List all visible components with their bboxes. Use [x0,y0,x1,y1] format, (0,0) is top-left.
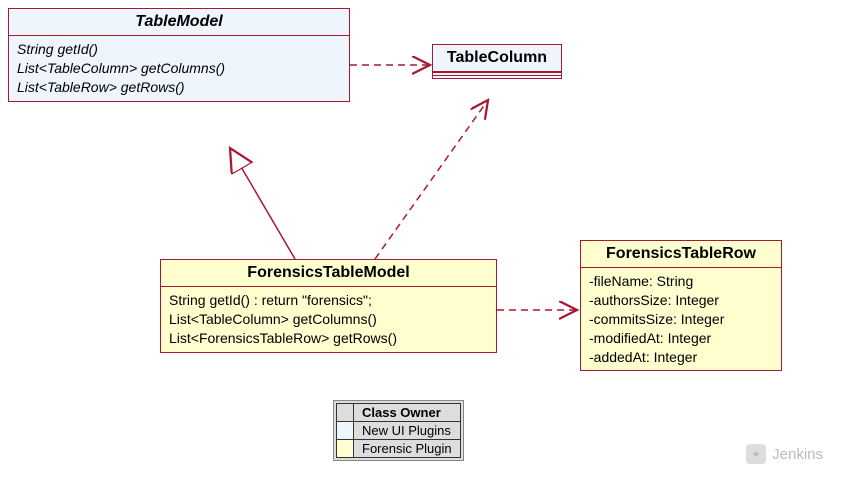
legend-table: Class Owner New UI Plugins Forensic Plug… [336,403,461,458]
class-attributes: -fileName: String -authorsSize: Integer … [581,268,781,370]
legend: Class Owner New UI Plugins Forensic Plug… [333,400,464,461]
method-line: List<TableRow> getRows() [17,78,341,97]
class-title: ForensicsTableModel [161,260,496,287]
rel-generalization [230,148,295,259]
attr-line: -addedAt: Integer [589,348,773,367]
class-tablemodel: TableModel String getId() List<TableColu… [8,8,350,102]
legend-title: Class Owner [354,404,461,422]
attr-line: -modifiedAt: Integer [589,329,773,348]
class-forensicstablemodel: ForensicsTableModel String getId() : ret… [160,259,497,353]
class-tablecolumn: TableColumn [432,44,562,79]
wechat-icon: ✦ [746,444,766,464]
watermark: ✦ Jenkins [746,444,823,464]
method-line: String getId() : return "forensics"; [169,291,488,310]
class-title: ForensicsTableRow [581,241,781,268]
class-title: TableColumn [433,45,561,72]
method-line: List<TableColumn> getColumns() [169,310,488,329]
rel-dependency-ftm-tc [375,100,488,259]
legend-swatch-header [337,404,354,422]
method-line: List<ForensicsTableRow> getRows() [169,329,488,348]
class-empty-section [433,75,561,78]
watermark-text: Jenkins [772,446,823,463]
attr-line: -authorsSize: Integer [589,291,773,310]
attr-line: -fileName: String [589,272,773,291]
class-methods: String getId() List<TableColumn> getColu… [9,36,349,101]
legend-label: Forensic Plugin [354,440,461,458]
attr-line: -commitsSize: Integer [589,310,773,329]
class-title: TableModel [9,9,349,36]
class-forensicstablerow: ForensicsTableRow -fileName: String -aut… [580,240,782,371]
legend-label: New UI Plugins [354,422,461,440]
legend-swatch-blue [337,422,354,440]
class-methods: String getId() : return "forensics"; Lis… [161,287,496,352]
legend-swatch-yellow [337,440,354,458]
method-line: String getId() [17,40,341,59]
method-line: List<TableColumn> getColumns() [17,59,341,78]
